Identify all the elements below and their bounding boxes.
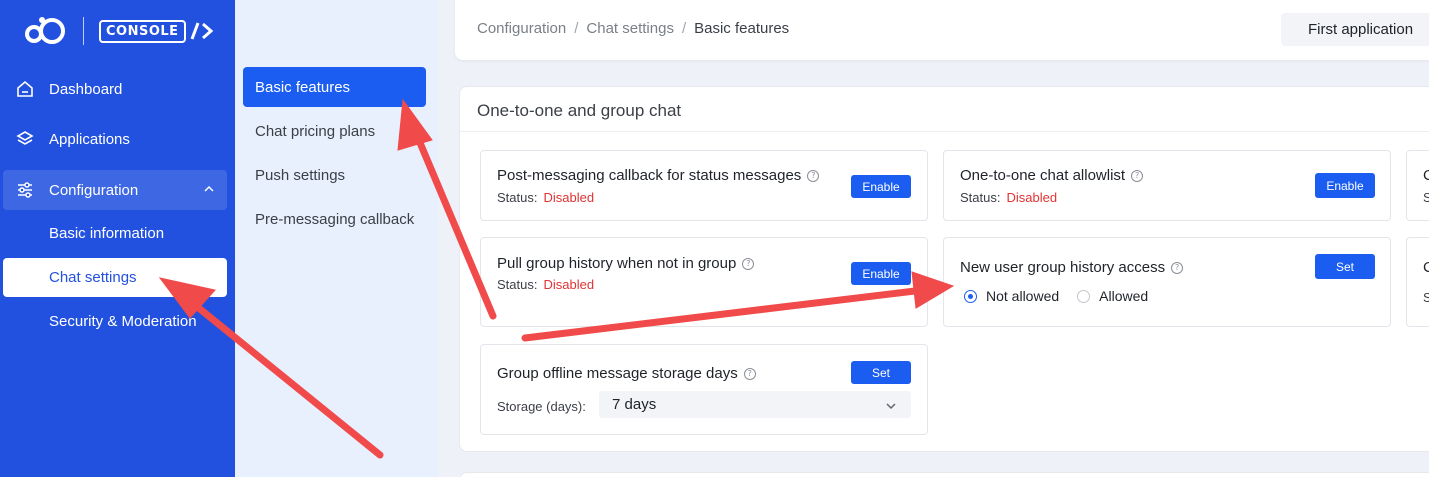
- feature-title-text: C: [1423, 167, 1429, 184]
- feature-status: S: [1423, 290, 1429, 305]
- feature-card-post-callback: Post-messaging callback for status messa…: [480, 150, 928, 221]
- submenu-item-label: Basic features: [255, 78, 351, 96]
- status-label: Status:: [960, 190, 1001, 205]
- feature-card-partial: C S: [1406, 237, 1429, 327]
- next-section-card: [459, 472, 1429, 477]
- console-badge: CONSOLE: [99, 19, 216, 43]
- feature-status: S: [1423, 190, 1429, 205]
- status-value: Disabled: [1006, 190, 1058, 205]
- status-value: Disabled: [543, 190, 595, 205]
- enable-button[interactable]: Enable: [851, 262, 911, 285]
- logo[interactable]: CONSOLE: [24, 14, 216, 48]
- feature-title: One-to-one chat allowlist ?: [960, 167, 1144, 184]
- home-icon: [15, 79, 35, 99]
- status-value: Disabled: [543, 277, 595, 292]
- help-icon[interactable]: ?: [807, 169, 820, 182]
- chat-section-card: One-to-one and group chat Post-messaging…: [459, 86, 1429, 452]
- feature-title: Pull group history when not in group ?: [497, 255, 755, 272]
- feature-status: Status: Disabled: [497, 277, 594, 292]
- sidebar-subitem-label: Basic information: [49, 225, 165, 242]
- storage-days-value: 7 days: [612, 396, 657, 413]
- feature-title-text: Group offline message storage days: [497, 365, 738, 382]
- app-selector[interactable]: First application: [1281, 13, 1429, 46]
- submenu-item-label: Pre-messaging callback: [255, 210, 415, 228]
- sidebar-item-applications[interactable]: Applications: [3, 119, 227, 159]
- enable-button[interactable]: Enable: [1315, 173, 1375, 198]
- enable-button[interactable]: Enable: [851, 175, 911, 198]
- radio-label: Not allowed: [986, 288, 1060, 304]
- radio-label: Allowed: [1099, 288, 1149, 304]
- radio-not-allowed[interactable]: [964, 289, 977, 303]
- submenu-item-label: Push settings: [255, 166, 346, 184]
- logo-divider: [83, 17, 84, 45]
- sliders-icon: [15, 180, 35, 200]
- submenu-item-basic-features[interactable]: Basic features: [243, 67, 426, 107]
- feature-card-allowlist: One-to-one chat allowlist ? Status: Disab…: [943, 150, 1391, 221]
- sidebar-item-dashboard[interactable]: Dashboard: [3, 69, 227, 109]
- sidebar-item-label: Configuration: [49, 181, 139, 199]
- chevron-down-icon: [885, 399, 897, 416]
- feature-title: New user group history access ?: [960, 259, 1184, 276]
- help-icon[interactable]: ?: [743, 367, 756, 380]
- help-icon[interactable]: ?: [742, 257, 755, 270]
- feature-title-text: One-to-one chat allowlist: [960, 167, 1126, 184]
- feature-title: Group offline message storage days ?: [497, 365, 756, 382]
- feature-title-text: Post-messaging callback for status messa…: [497, 167, 802, 184]
- submenu-item-pre-messaging-callback[interactable]: Pre-messaging callback: [243, 199, 426, 239]
- feature-title-text: Pull group history when not in group: [497, 255, 737, 272]
- app-selector-value: First application: [1308, 21, 1414, 38]
- breadcrumb-item-current: Basic features: [694, 20, 790, 37]
- breadcrumb-item-chat-settings[interactable]: Chat settings: [586, 20, 674, 37]
- history-access-radio-group: Not allowed Allowed: [964, 288, 1148, 304]
- logo-icon: [24, 14, 68, 48]
- top-bar: Configuration / Chat settings / Basic fe…: [455, 0, 1429, 60]
- submenu-item-push-settings[interactable]: Push settings: [243, 155, 426, 195]
- sidebar-subitem-chat-settings[interactable]: Chat settings: [3, 258, 227, 297]
- feature-title-text: C: [1423, 259, 1429, 276]
- sidebar-subitem-security-moderation[interactable]: Security & Moderation: [3, 302, 227, 341]
- sidebar-item-label: Dashboard: [49, 80, 123, 98]
- sidebar-item-configuration[interactable]: Configuration: [3, 170, 227, 210]
- status-label: Status:: [497, 277, 538, 292]
- status-label: Status:: [497, 190, 538, 205]
- submenu-item-label: Chat pricing plans: [255, 122, 376, 140]
- feature-title: Post-messaging callback for status messa…: [497, 167, 820, 184]
- sidebar: CONSOLE Dashboard Applications Configura…: [0, 0, 235, 477]
- sidebar-subitem-label: Security & Moderation: [49, 313, 197, 330]
- set-button[interactable]: Set: [1315, 254, 1375, 279]
- breadcrumb-separator: /: [681, 20, 687, 37]
- chevron-up-icon: [203, 182, 215, 199]
- sidebar-subitem-label: Chat settings: [49, 269, 137, 286]
- set-button[interactable]: Set: [851, 361, 911, 384]
- breadcrumb-item-configuration[interactable]: Configuration: [477, 20, 566, 37]
- help-icon[interactable]: ?: [1131, 169, 1144, 182]
- secondary-menu: Basic features Chat pricing plans Push s…: [235, 0, 438, 477]
- feature-status: Status: Disabled: [960, 190, 1057, 205]
- sidebar-subitem-basic-information[interactable]: Basic information: [3, 214, 227, 253]
- feature-title-text: New user group history access: [960, 259, 1166, 276]
- storage-label: Storage (days):: [497, 399, 586, 414]
- section-divider: [460, 131, 1429, 132]
- console-code-icon: [190, 22, 213, 40]
- sidebar-item-label: Applications: [49, 130, 130, 148]
- breadcrumb-separator: /: [574, 20, 579, 37]
- layers-icon: [15, 129, 35, 149]
- console-label: CONSOLE: [99, 19, 186, 43]
- feature-card-partial: C S: [1406, 150, 1429, 221]
- submenu-item-chat-pricing-plans[interactable]: Chat pricing plans: [243, 111, 426, 151]
- radio-allowed[interactable]: [1077, 289, 1091, 303]
- feature-status: Status: Disabled: [497, 190, 594, 205]
- feature-card-offline-storage: Group offline message storage days ? Set…: [480, 344, 928, 435]
- storage-days-select[interactable]: 7 days: [599, 391, 911, 418]
- help-icon[interactable]: ?: [1171, 261, 1184, 274]
- feature-card-new-user-history: New user group history access ? Set Not …: [943, 237, 1391, 327]
- section-title: One-to-one and group chat: [477, 101, 682, 120]
- feature-card-pull-history: Pull group history when not in group ? S…: [480, 237, 928, 327]
- breadcrumb: Configuration / Chat settings / Basic fe…: [477, 20, 789, 37]
